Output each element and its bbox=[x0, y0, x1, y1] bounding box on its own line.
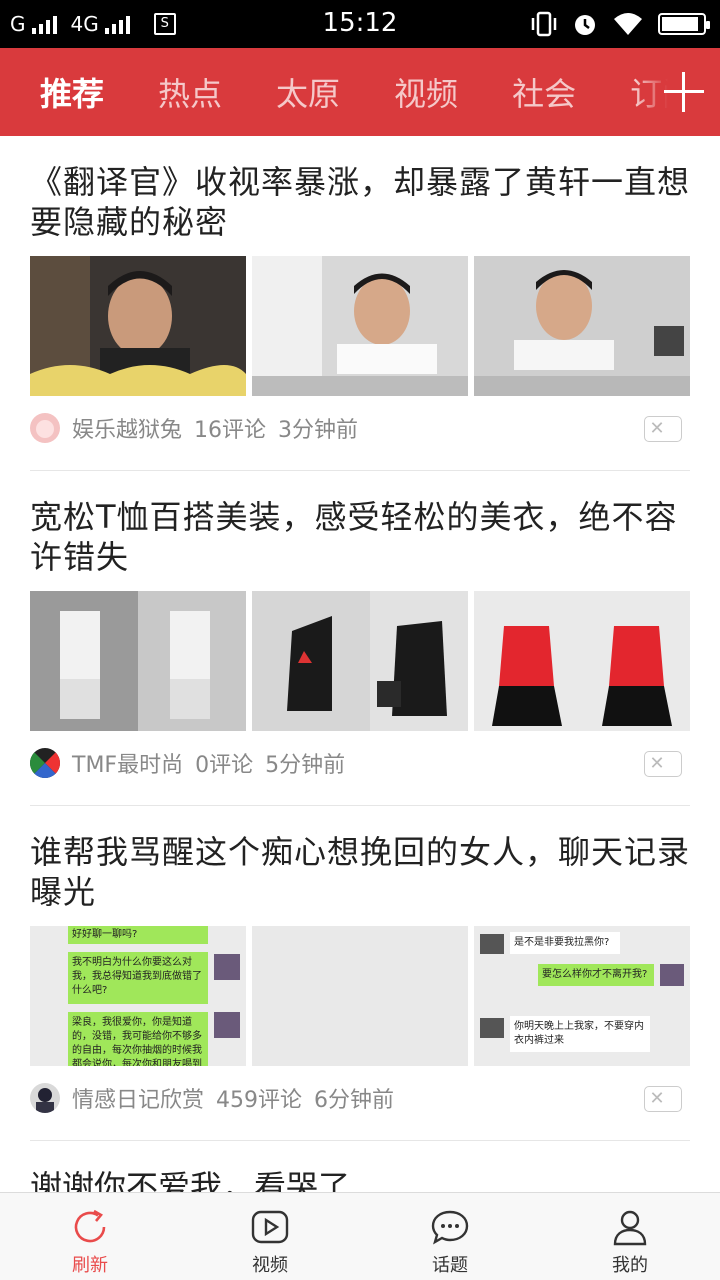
article-meta: 情感日记欣赏 459评论 6分钟前 ✕ bbox=[30, 1066, 690, 1130]
publish-time: 3分钟前 bbox=[278, 418, 359, 443]
source-name[interactable]: TMF最时尚 bbox=[72, 747, 183, 779]
nav-label: 话题 bbox=[432, 1255, 468, 1276]
article-card[interactable]: 谁帮我骂醒这个痴心想挽回的女人，聊天记录曝光 好好聊一聊吗? 我不明白为什么你要… bbox=[0, 806, 720, 1141]
news-feed: 《翻译官》收视率暴涨，却暴露了黄轩一直想要隐藏的秘密 娱乐越狱兔 16评论 3分… bbox=[0, 136, 720, 1192]
battery-icon bbox=[658, 13, 710, 35]
thumbnail-image: 好好聊一聊吗? 我不明白为什么你要这么对我，我总得知道我到底做错了什么吧? 梁良… bbox=[30, 926, 246, 1066]
chat-avatar bbox=[214, 954, 240, 980]
comment-count: 16评论 bbox=[194, 418, 267, 443]
article-title[interactable]: 宽松T恤百搭美装，感受轻松的美衣，绝不容许错失 bbox=[30, 471, 690, 577]
chat-bubble: 是不是非要我拉黑你? bbox=[510, 932, 620, 954]
dismiss-button[interactable]: ✕ bbox=[644, 751, 682, 777]
source-name[interactable]: 娱乐越狱兔 bbox=[72, 412, 182, 444]
comment-count: 459评论 bbox=[216, 1088, 303, 1113]
nav-label: 视频 bbox=[252, 1255, 288, 1276]
status-bar: G 4G S 15:12 bbox=[0, 0, 720, 48]
wifi-icon bbox=[614, 13, 642, 35]
user-icon bbox=[613, 1210, 647, 1246]
chat-bubble: 你明天晚上上我家，不要穿内衣内裤过来 bbox=[510, 1016, 650, 1052]
dismiss-button[interactable]: ✕ bbox=[644, 416, 682, 442]
article-card[interactable]: 谢谢你不爱我，看哭了 bbox=[0, 1141, 720, 1192]
article-thumbnails[interactable]: 好好聊一聊吗? 我不明白为什么你要这么对我，我总得知道我到底做错了什么吧? 梁良… bbox=[30, 926, 690, 1066]
comment-count: 0评论 bbox=[195, 753, 254, 778]
refresh-icon bbox=[74, 1209, 106, 1243]
add-channel-button[interactable] bbox=[664, 72, 704, 112]
vibrate-icon bbox=[531, 11, 557, 37]
publish-time: 6分钟前 bbox=[314, 1088, 395, 1113]
play-icon bbox=[251, 1210, 289, 1244]
article-card[interactable]: 《翻译官》收视率暴涨，却暴露了黄轩一直想要隐藏的秘密 娱乐越狱兔 16评论 3分… bbox=[0, 136, 720, 471]
publish-time: 5分钟前 bbox=[265, 753, 346, 778]
chat-bubble: 好好聊一聊吗? bbox=[68, 926, 208, 944]
bottom-nav: 刷新 视频 话题 我的 bbox=[0, 1192, 720, 1280]
source-avatar bbox=[30, 748, 60, 778]
dismiss-button[interactable]: ✕ bbox=[644, 1086, 682, 1112]
article-title[interactable]: 谢谢你不爱我，看哭了 bbox=[30, 1141, 690, 1192]
thumbnail-image bbox=[30, 256, 246, 396]
article-meta: TMF最时尚 0评论 5分钟前 ✕ bbox=[30, 731, 690, 795]
source-name[interactable]: 情感日记欣赏 bbox=[72, 1082, 204, 1114]
chat-bubble-icon bbox=[431, 1210, 469, 1245]
nav-video[interactable]: 视频 bbox=[180, 1193, 360, 1280]
article-title[interactable]: 谁帮我骂醒这个痴心想挽回的女人，聊天记录曝光 bbox=[30, 806, 690, 912]
thumbnail-image bbox=[252, 926, 468, 1066]
chat-bubble: 梁良，我很爱你，你是知道的，没错，我可能给你不够多的自由，每次你抽烟的时候我都会… bbox=[68, 1012, 208, 1066]
close-icon: ✕ bbox=[649, 753, 665, 774]
article-meta: 娱乐越狱兔 16评论 3分钟前 ✕ bbox=[30, 396, 690, 460]
thumbnail-image bbox=[474, 256, 690, 396]
tab-taiyuan[interactable]: 太原 bbox=[276, 69, 340, 115]
nav-label: 刷新 bbox=[72, 1255, 108, 1276]
source-avatar bbox=[30, 413, 60, 443]
article-title[interactable]: 《翻译官》收视率暴涨，却暴露了黄轩一直想要隐藏的秘密 bbox=[30, 136, 690, 242]
nav-mine[interactable]: 我的 bbox=[540, 1193, 720, 1280]
thumbnail-image bbox=[252, 256, 468, 396]
chat-bubble: 我不明白为什么你要这么对我，我总得知道我到底做错了什么吧? bbox=[68, 952, 208, 1004]
article-card[interactable]: 宽松T恤百搭美装，感受轻松的美衣，绝不容许错失 TMF最时尚 0评论 5分钟前 … bbox=[0, 471, 720, 806]
thumbnail-image bbox=[474, 591, 690, 731]
tab-society[interactable]: 社会 bbox=[512, 69, 576, 115]
article-thumbnails[interactable] bbox=[30, 591, 690, 731]
chat-avatar bbox=[480, 1018, 504, 1038]
thumbnail-image bbox=[30, 591, 246, 731]
close-icon: ✕ bbox=[649, 418, 665, 439]
alarm-icon bbox=[575, 15, 595, 35]
channel-tab-bar: 推荐 热点 太原 视频 社会 订阅 bbox=[0, 48, 720, 136]
chat-avatar bbox=[480, 934, 504, 954]
source-avatar bbox=[30, 1083, 60, 1113]
thumbnail-image: 是不是非要我拉黑你? 要怎么样你才不离开我? 你明天晚上上我家，不要穿内衣内裤过… bbox=[474, 926, 690, 1066]
nav-label: 我的 bbox=[612, 1255, 648, 1276]
tab-recommend[interactable]: 推荐 bbox=[40, 69, 104, 115]
tab-hot[interactable]: 热点 bbox=[158, 69, 222, 115]
close-icon: ✕ bbox=[649, 1088, 665, 1109]
chat-avatar bbox=[660, 964, 684, 986]
tab-video[interactable]: 视频 bbox=[394, 69, 458, 115]
chat-avatar bbox=[214, 1012, 240, 1038]
thumbnail-image bbox=[252, 591, 468, 731]
nav-topic[interactable]: 话题 bbox=[360, 1193, 540, 1280]
chat-bubble: 要怎么样你才不离开我? bbox=[538, 964, 654, 986]
article-thumbnails[interactable] bbox=[30, 256, 690, 396]
nav-refresh[interactable]: 刷新 bbox=[0, 1193, 180, 1280]
